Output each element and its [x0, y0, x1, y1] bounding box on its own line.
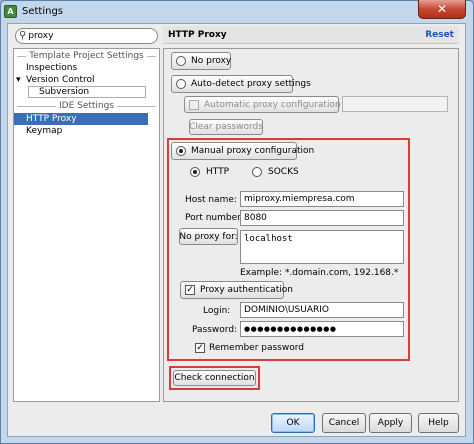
proxy-authentication-checkbox[interactable]: ✓ Proxy authentication: [180, 281, 293, 299]
tree-separator-ide-settings: IDE Settings: [14, 100, 159, 112]
password-label: Password:: [192, 325, 238, 335]
socks-radio-circle: [252, 167, 262, 177]
remember-password-check-icon: ✓: [195, 342, 205, 353]
manual-proxy-radio[interactable]: Manual proxy configuration: [171, 142, 314, 160]
cancel-button[interactable]: Cancel: [322, 413, 366, 433]
auto-config-url-checkbox[interactable]: Automatic proxy configuration URL:: [184, 96, 364, 113]
close-button[interactable]: ✕: [418, 0, 466, 19]
search-icon: ⚲: [19, 30, 27, 41]
proxy-auth-check-icon: ✓: [185, 284, 195, 295]
clear-passwords-button[interactable]: Clear passwords: [189, 119, 263, 135]
no-proxy-radio-circle: [176, 56, 186, 66]
auto-config-url-checkbox-box: [189, 99, 199, 110]
remember-password-checkbox[interactable]: ✓ Remember password: [195, 343, 304, 353]
page-title: HTTP Proxy: [168, 29, 227, 40]
no-proxy-radio[interactable]: No proxy: [171, 52, 231, 70]
app-logo-icon: A: [4, 4, 17, 18]
title-bar[interactable]: A Settings: [0, 0, 472, 22]
settings-tree: Template Project Settings Inspections ▾ V…: [13, 48, 160, 402]
http-radio[interactable]: HTTP: [190, 167, 229, 177]
login-field[interactable]: DOMINIO\USUARIO: [240, 302, 404, 318]
expand-icon[interactable]: ▾: [16, 74, 26, 86]
search-value: proxy: [28, 31, 54, 41]
password-field[interactable]: ●●●●●●●●●●●●●●: [240, 321, 404, 337]
socks-radio[interactable]: SOCKS: [252, 167, 299, 177]
reset-link[interactable]: Reset: [425, 30, 454, 40]
tree-separator-template-project: Template Project Settings: [14, 50, 159, 62]
tree-item-http-proxy[interactable]: HTTP Proxy: [14, 113, 148, 125]
port-number-label: Port number:: [185, 213, 244, 223]
port-number-field[interactable]: 8080: [240, 210, 404, 226]
help-button[interactable]: Help: [418, 413, 459, 433]
host-name-label: Host name:: [185, 195, 237, 205]
no-proxy-for-field[interactable]: localhost: [240, 230, 404, 264]
panel-header: HTTP Proxy Reset: [163, 26, 459, 44]
check-connection-button[interactable]: Check connection: [173, 370, 256, 386]
tree-item-subversion[interactable]: Subversion: [14, 86, 159, 98]
apply-button[interactable]: Apply: [369, 413, 412, 433]
tree-item-version-control[interactable]: ▾ Version Control: [14, 74, 159, 86]
no-proxy-for-button[interactable]: No proxy for:: [179, 228, 238, 245]
search-input[interactable]: ⚲ proxy: [15, 28, 158, 44]
http-radio-circle: [190, 167, 200, 177]
window-title: Settings: [22, 5, 64, 17]
auto-detect-radio-circle: [176, 79, 186, 89]
auto-detect-radio[interactable]: Auto-detect proxy settings: [171, 75, 311, 93]
auto-config-url-field[interactable]: [342, 96, 448, 112]
tree-item-inspections[interactable]: Inspections: [14, 62, 159, 74]
login-label: Login:: [203, 306, 231, 316]
manual-proxy-radio-circle: [176, 146, 186, 156]
no-proxy-example: Example: *.domain.com, 192.168.*: [240, 268, 399, 278]
host-name-field[interactable]: miproxy.miempresa.com: [240, 191, 404, 207]
tree-item-keymap[interactable]: Keymap: [14, 125, 159, 137]
ok-button[interactable]: OK: [271, 413, 315, 433]
